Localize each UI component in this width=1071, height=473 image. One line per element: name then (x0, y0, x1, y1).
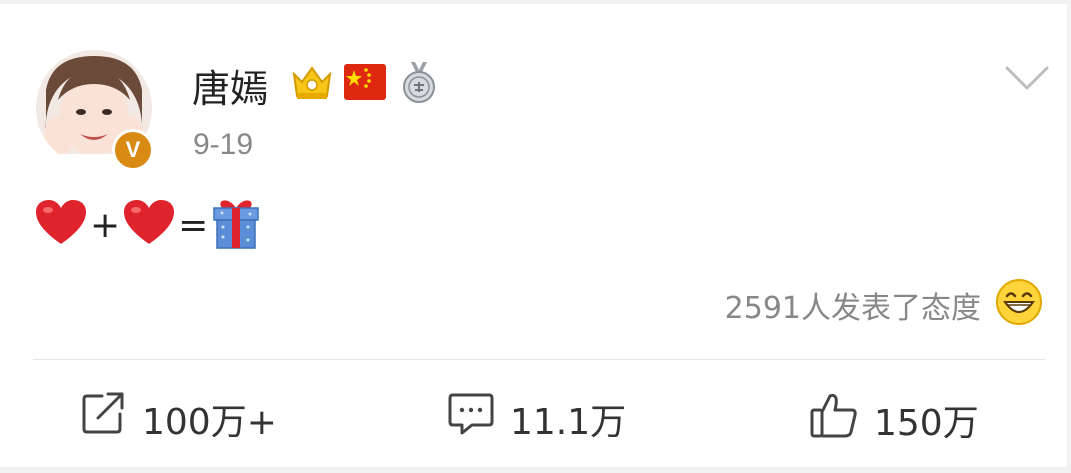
red-heart-icon (34, 198, 88, 253)
thumbs-up-icon (810, 392, 874, 447)
grinning-face-icon (995, 278, 1043, 331)
like-button[interactable]: 150万 (810, 392, 979, 447)
comment-count: 11.1万 (510, 401, 627, 443)
chevron-down-icon[interactable] (1004, 64, 1050, 97)
crown-icon[interactable] (290, 60, 334, 109)
like-count: 150万 (874, 402, 979, 444)
comment-icon (448, 392, 510, 445)
reaction-summary-text: 2591人发表了态度 (724, 290, 981, 326)
gift-box-icon (210, 196, 262, 255)
post-timestamp: 9-19 (193, 128, 254, 161)
verified-badge: V (112, 129, 154, 171)
share-icon (82, 392, 142, 445)
equals-sign: = (178, 205, 209, 246)
repost-count: 100万+ (142, 401, 277, 443)
repost-button[interactable]: 100万+ (82, 392, 277, 445)
red-heart-icon (122, 198, 176, 253)
comment-button[interactable]: 11.1万 (448, 392, 626, 445)
weibo-post-card: V 唐嫣 9-19 + = 2591人发表了态度 100万+ 11.1万 150… (0, 4, 1067, 467)
china-flag-icon[interactable] (344, 64, 386, 105)
medal-icon[interactable] (399, 60, 439, 109)
plus-sign: + (90, 205, 121, 246)
username[interactable]: 唐嫣 (192, 58, 268, 113)
divider (33, 359, 1045, 360)
post-content: + = (34, 196, 262, 255)
reaction-summary[interactable]: 2591人发表了态度 (725, 278, 1043, 331)
